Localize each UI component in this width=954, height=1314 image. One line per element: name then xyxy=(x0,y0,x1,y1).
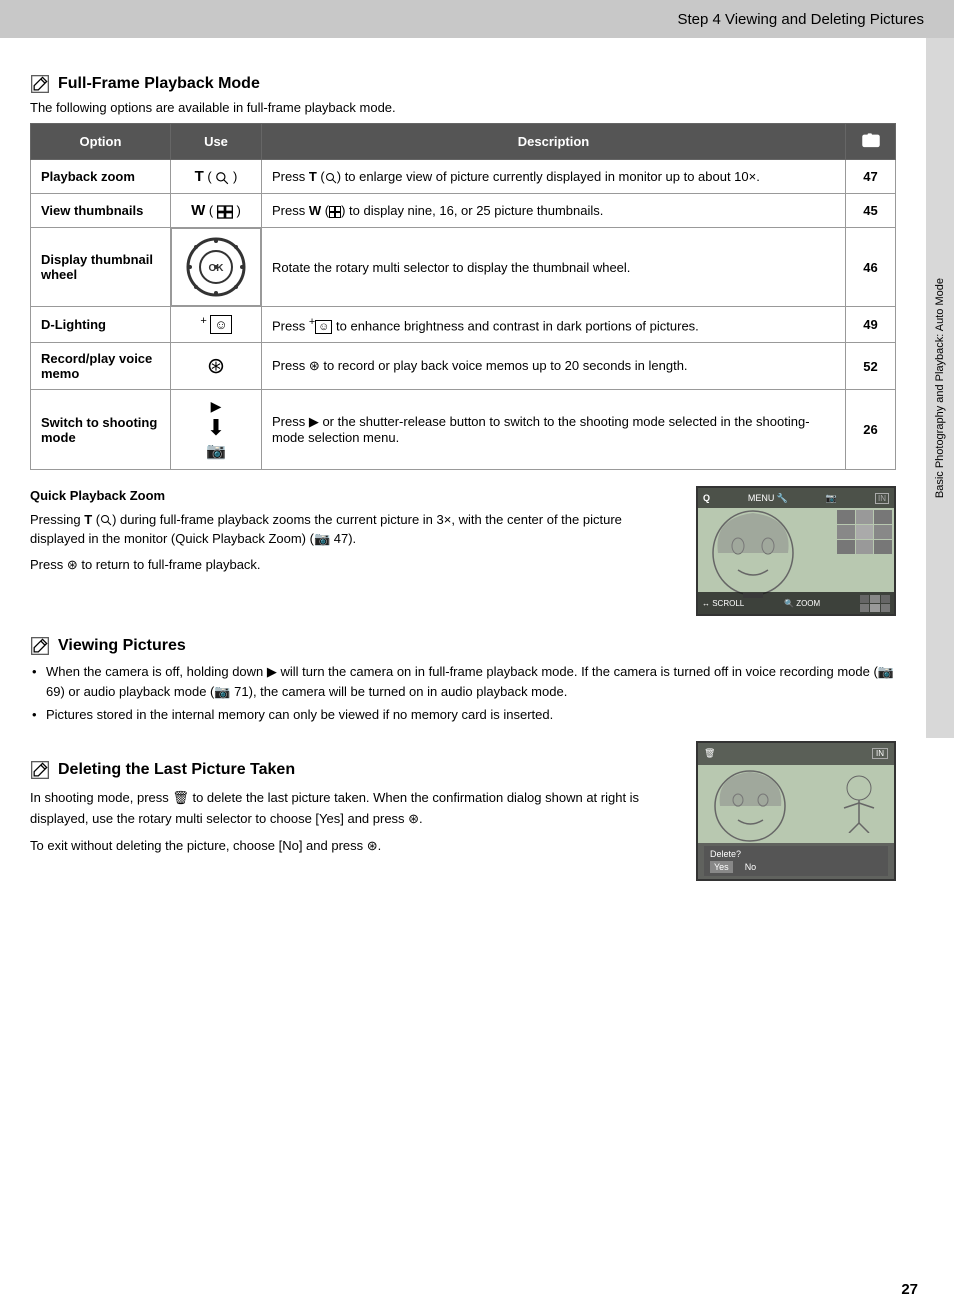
deleting-title: Deleting the Last Picture Taken xyxy=(58,757,295,783)
desc-playback-zoom: Press T () to enlarge view of picture cu… xyxy=(262,160,846,194)
viewing-bullets: When the camera is off, holding down ▶ w… xyxy=(30,662,896,725)
page-switch-shooting: 26 xyxy=(846,390,896,470)
table-row: Playback zoom T ( ) Press T () to enlarg… xyxy=(31,160,896,194)
magnify-icon-small xyxy=(325,172,337,184)
delete-face-sketch xyxy=(708,768,793,843)
camera-icon xyxy=(861,130,881,150)
option-d-lighting: D-Lighting xyxy=(31,307,171,343)
magnify-small xyxy=(100,514,112,526)
page-playback-zoom: 47 xyxy=(846,160,896,194)
camera-screen-zoom: Q MENU 🔧 📷 IN xyxy=(696,486,896,616)
option-playback-zoom: Playback zoom xyxy=(31,160,171,194)
desc-voice-memo: Press ⊛ to record or play back voice mem… xyxy=(262,343,846,390)
camera-screen-delete: 🗑 IN xyxy=(696,741,896,881)
option-thumbnail-wheel: Display thumbnail wheel xyxy=(31,228,171,307)
table-row: Record/play voice memo ⊛ Press ⊛ to reco… xyxy=(31,343,896,390)
magnify-icon xyxy=(215,171,229,185)
grid-icon-small xyxy=(329,206,341,218)
col-header-option: Option xyxy=(31,124,171,160)
main-content: Full-Frame Playback Mode The following o… xyxy=(0,38,926,901)
play-down-icon: ▶ ⬇ 📷 xyxy=(181,398,251,461)
page-number: 27 xyxy=(901,1281,918,1298)
face-sketch xyxy=(703,508,803,598)
col-header-use: Use xyxy=(171,124,262,160)
col-header-description: Description xyxy=(262,124,846,160)
deleting-section-header: Deleting the Last Picture Taken xyxy=(30,757,680,783)
use-thumbnail-wheel: OK xyxy=(171,228,261,306)
option-switch-shooting: Switch to shooting mode xyxy=(31,390,171,470)
page-d-lighting: 49 xyxy=(846,307,896,343)
pencil-icon-3 xyxy=(30,760,50,780)
grid-icon xyxy=(217,205,233,219)
full-frame-title: Full-Frame Playback Mode xyxy=(58,75,260,93)
deleting-section: Deleting the Last Picture Taken In shoot… xyxy=(30,741,896,881)
option-voice-memo: Record/play voice memo xyxy=(31,343,171,390)
quick-zoom-title: Quick Playback Zoom xyxy=(30,488,165,503)
use-playback-zoom: T ( ) xyxy=(171,160,262,194)
right-sidebar: Basic Photography and Playback: Auto Mod… xyxy=(926,38,954,738)
full-frame-subtitle: The following options are available in f… xyxy=(30,100,896,115)
table-row: D-Lighting + ☺ Press +☺ to enhance brigh… xyxy=(31,307,896,343)
quick-zoom-section: Quick Playback Zoom Pressing T () during… xyxy=(30,486,896,616)
rotary-wheel-icon: OK xyxy=(186,237,246,297)
page-thumbnail-wheel: 46 xyxy=(846,228,896,307)
option-view-thumbnails: View thumbnails xyxy=(31,194,171,228)
desc-switch-shooting: Press ▶ or the shutter-release button to… xyxy=(262,390,846,470)
desc-thumbnail-wheel: Rotate the rotary multi selector to disp… xyxy=(262,228,846,307)
viewing-section-header: Viewing Pictures xyxy=(30,636,896,656)
quick-zoom-text: Quick Playback Zoom Pressing T () during… xyxy=(30,486,680,616)
secondary-sketch xyxy=(834,773,884,833)
page-voice-memo: 52 xyxy=(846,343,896,390)
list-item: When the camera is off, holding down ▶ w… xyxy=(30,662,896,701)
viewing-section: Viewing Pictures When the camera is off,… xyxy=(30,636,896,725)
delete-dialog: Delete? Yes No xyxy=(698,843,894,879)
full-frame-section-header: Full-Frame Playback Mode xyxy=(30,74,896,94)
top-bar: Step 4 Viewing and Deleting Pictures xyxy=(0,0,954,38)
table-row: Switch to shooting mode ▶ ⬇ 📷 Press ▶ or… xyxy=(31,390,896,470)
delete-top-bar: 🗑 IN xyxy=(698,743,894,765)
col-header-page xyxy=(846,124,896,160)
quick-zoom-image: Q MENU 🔧 📷 IN xyxy=(696,486,896,616)
table-row: Display thumbnail wheel xyxy=(31,228,896,307)
sidebar-label: Basic Photography and Playback: Auto Mod… xyxy=(933,278,947,498)
page-title: Step 4 Viewing and Deleting Pictures xyxy=(677,11,924,28)
pencil-icon-2 xyxy=(30,636,50,656)
page-view-thumbnails: 45 xyxy=(846,194,896,228)
table-row: View thumbnails W ( ) Press W () to disp… xyxy=(31,194,896,228)
options-table: Option Use Description Playback zoom T xyxy=(30,123,896,470)
desc-d-lighting: Press +☺ to enhance brightness and contr… xyxy=(262,307,846,343)
use-voice-memo: ⊛ xyxy=(171,343,262,390)
pencil-icon xyxy=(30,74,50,94)
viewing-title: Viewing Pictures xyxy=(58,637,186,655)
use-view-thumbnails: W ( ) xyxy=(171,194,262,228)
use-d-lighting: + ☺ xyxy=(171,307,262,343)
delete-image: 🗑 IN xyxy=(696,741,896,881)
use-switch-shooting: ▶ ⬇ 📷 xyxy=(171,390,262,470)
desc-view-thumbnails: Press W () to display nine, 16, or 25 pi… xyxy=(262,194,846,228)
deleting-text: Deleting the Last Picture Taken In shoot… xyxy=(30,741,680,881)
list-item: Pictures stored in the internal memory c… xyxy=(30,705,896,725)
